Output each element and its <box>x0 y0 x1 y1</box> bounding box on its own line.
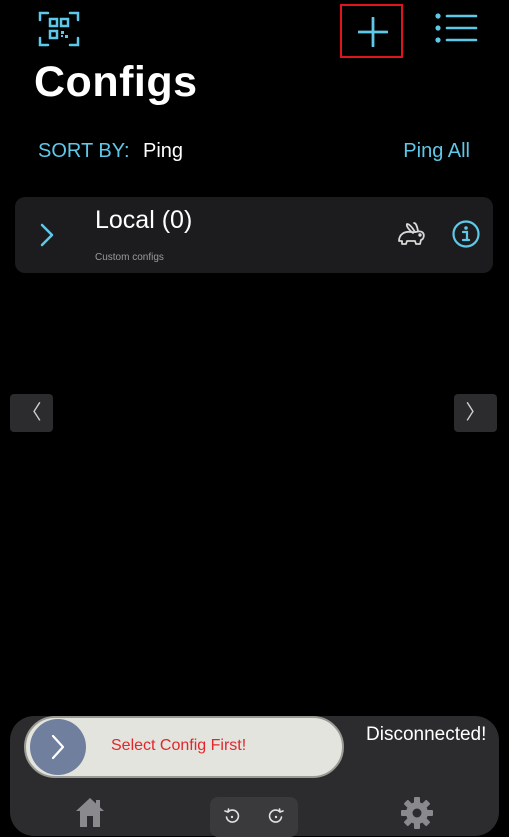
add-config-button[interactable] <box>340 4 403 58</box>
config-group-subtitle: Custom configs <box>95 252 164 263</box>
info-icon[interactable] <box>452 220 480 253</box>
config-group-card[interactable]: Local (0) Custom configs <box>15 197 493 273</box>
previous-page-button[interactable]: 〈 <box>10 394 53 432</box>
redo-icon <box>268 808 284 823</box>
plus-icon <box>358 17 388 47</box>
qr-scan-button[interactable] <box>38 10 80 48</box>
ping-all-button[interactable]: Ping All <box>403 140 470 163</box>
chevron-right-icon[interactable] <box>39 223 55 252</box>
tab-settings[interactable] <box>400 796 434 835</box>
connection-status: Disconnected! <box>366 724 487 745</box>
rabbit-icon[interactable] <box>395 221 427 252</box>
menu-button[interactable] <box>434 12 478 44</box>
tab-undo-redo[interactable] <box>210 797 298 837</box>
tab-home[interactable] <box>74 796 106 833</box>
connect-slider-knob[interactable] <box>30 719 86 775</box>
qr-scan-icon <box>38 11 80 47</box>
list-menu-icon <box>435 13 478 43</box>
config-group-title: Local (0) <box>95 206 193 234</box>
gear-icon <box>401 797 433 829</box>
next-page-button[interactable]: 〉 <box>454 394 497 432</box>
chevron-right-icon <box>51 734 65 760</box>
page-title: Configs <box>34 58 198 106</box>
sort-by-value[interactable]: Ping <box>143 140 183 163</box>
home-icon <box>76 798 104 827</box>
sort-by-label: SORT BY: <box>38 140 130 162</box>
connect-slider-text: Select Config First! <box>111 737 247 754</box>
undo-icon <box>224 808 240 823</box>
